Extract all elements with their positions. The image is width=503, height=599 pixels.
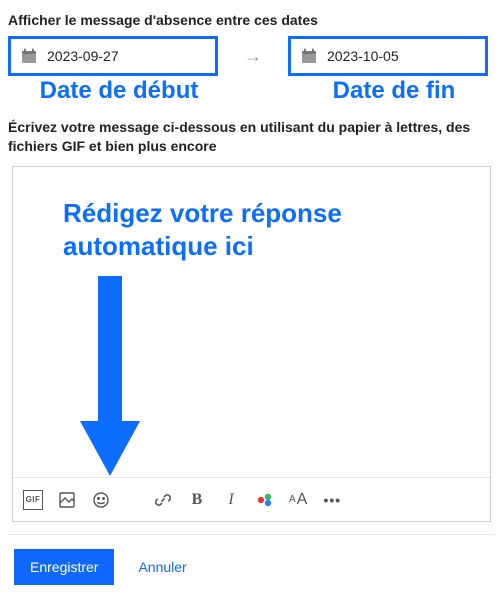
editor-instruction-overlay: Rédigez votre réponse automatique ici [63, 197, 460, 262]
cancel-button[interactable]: Annuler [138, 559, 186, 575]
stationery-button[interactable] [57, 490, 77, 510]
message-editor-body[interactable]: Rédigez votre réponse automatique ici [13, 167, 490, 477]
italic-button[interactable]: I [221, 490, 241, 510]
save-button[interactable]: Enregistrer [14, 549, 114, 585]
footer: Enregistrer Annuler [8, 534, 495, 591]
bold-button[interactable]: B [187, 490, 207, 510]
end-date-value: 2023-10-05 [327, 48, 399, 64]
date-captions: Date de début Date de fin [8, 78, 495, 104]
end-date-field[interactable]: 2023-10-05 [288, 36, 488, 76]
gif-button[interactable]: GIF [23, 490, 43, 510]
emoji-button[interactable] [91, 490, 111, 510]
editor-toolbar: GIF B I AA [13, 477, 490, 521]
link-button[interactable] [153, 490, 173, 510]
compose-description: Écrivez votre message ci-dessous en util… [8, 118, 495, 156]
start-date-field[interactable]: 2023-09-27 [8, 36, 218, 76]
text-size-button[interactable]: AA [289, 490, 308, 510]
calendar-icon [301, 48, 317, 64]
end-date-caption: Date de fin [294, 78, 494, 104]
dates-section-label: Afficher le message d'absence entre ces … [8, 12, 495, 28]
date-range-arrow: → [218, 46, 288, 67]
calendar-icon [21, 48, 37, 64]
start-date-value: 2023-09-27 [47, 48, 119, 64]
message-editor: Rédigez votre réponse automatique ici GI… [12, 166, 491, 522]
more-button[interactable]: ••• [322, 490, 342, 510]
start-date-caption: Date de début [14, 78, 224, 104]
text-color-button[interactable] [255, 490, 275, 510]
date-range-row: 2023-09-27 → 2023-10-05 [8, 36, 495, 76]
